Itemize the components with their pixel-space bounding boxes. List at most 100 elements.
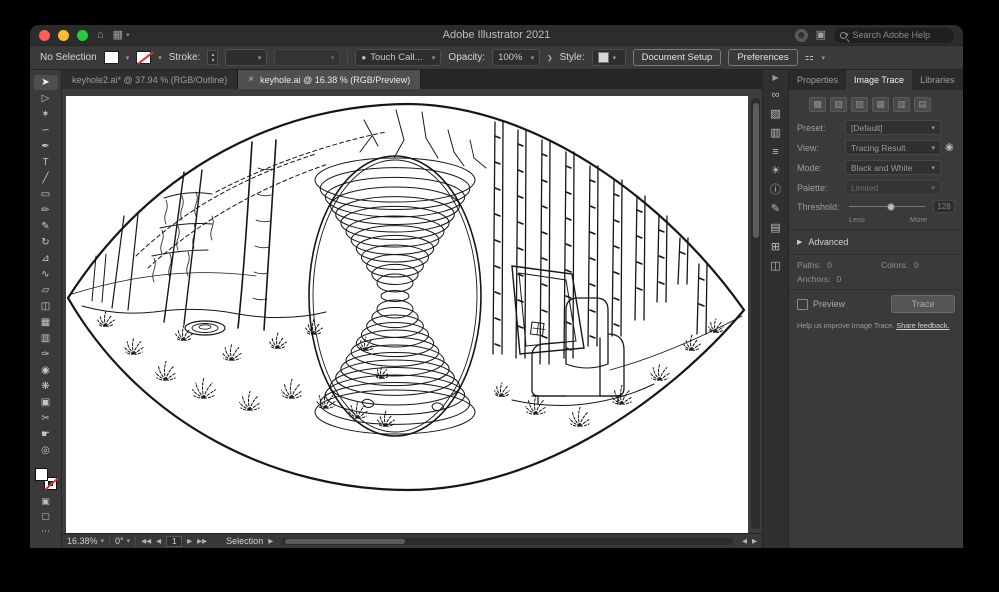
artboards-icon[interactable]: ⊞ bbox=[771, 242, 780, 253]
zoom-window-button[interactable] bbox=[77, 29, 88, 41]
home-icon[interactable]: ⌂ bbox=[97, 29, 104, 41]
brushes-icon[interactable]: ▥ bbox=[770, 128, 780, 139]
rectangle-tool[interactable]: ▭ bbox=[34, 187, 58, 202]
pen-tool[interactable]: ✒ bbox=[34, 139, 58, 154]
opacity-panel-arrow-icon[interactable]: ❯ bbox=[547, 54, 552, 62]
align-options-icon[interactable]: ⚏ bbox=[805, 52, 815, 63]
artboard[interactable] bbox=[66, 96, 748, 533]
width-tool[interactable]: ∿ bbox=[34, 267, 58, 282]
threshold-value-field[interactable]: 128 bbox=[933, 200, 955, 213]
line-segment-tool[interactable]: ╱ bbox=[34, 171, 58, 186]
selection-tool[interactable]: ➤ bbox=[33, 75, 58, 90]
preset-high-color[interactable]: ▨ bbox=[830, 97, 847, 112]
fill-indicator[interactable] bbox=[34, 468, 48, 481]
rotation-dropdown[interactable]: 0° ▾ bbox=[115, 536, 130, 546]
horizontal-scroll-thumb[interactable] bbox=[285, 538, 406, 544]
close-window-button[interactable] bbox=[39, 29, 50, 41]
preset-dropdown[interactable]: [Default] ▾ bbox=[845, 120, 941, 135]
more-tools-icon[interactable]: ⋯ bbox=[34, 525, 58, 538]
asset-export-icon[interactable]: ◫ bbox=[770, 261, 780, 272]
preset-black-white[interactable]: ▥ bbox=[893, 97, 910, 112]
last-artboard-icon[interactable]: ▶▶ bbox=[197, 537, 207, 545]
draw-normal-icon[interactable]: ▣ bbox=[34, 495, 58, 508]
pencil-tool[interactable]: ✎ bbox=[34, 219, 58, 234]
document-setup-button[interactable]: Document Setup bbox=[632, 49, 722, 66]
preset-auto-color[interactable]: ▩ bbox=[809, 97, 826, 112]
hand-tool[interactable]: ☛ bbox=[34, 427, 58, 442]
slice-tool[interactable]: ✂ bbox=[34, 411, 58, 426]
next-artboard-icon[interactable]: ▶ bbox=[187, 537, 192, 545]
preview-checkbox[interactable] bbox=[797, 298, 808, 310]
trace-button[interactable]: Trace bbox=[891, 295, 955, 313]
rotate-tool[interactable]: ↻ bbox=[34, 235, 58, 250]
scroll-left-icon[interactable]: ◀ bbox=[742, 537, 747, 545]
shape-builder-tool[interactable]: ◫ bbox=[34, 299, 58, 314]
user-avatar[interactable]: ☻ bbox=[794, 28, 808, 42]
fill-color-swatch[interactable] bbox=[103, 51, 119, 64]
eyedropper-tool[interactable]: ✑ bbox=[34, 347, 58, 362]
preferences-button[interactable]: Preferences bbox=[728, 49, 798, 66]
properties-panel-icon[interactable]: ≡ bbox=[772, 147, 778, 158]
threshold-slider-knob[interactable] bbox=[887, 202, 895, 211]
direct-selection-tool[interactable]: ▷ bbox=[34, 91, 58, 106]
share-feedback-link[interactable]: Share feedback. bbox=[896, 321, 949, 330]
info-icon[interactable]: ⓘ bbox=[770, 185, 781, 196]
appearance-icon[interactable]: ☀ bbox=[771, 166, 781, 177]
panel-tab-image-trace[interactable]: Image Trace bbox=[846, 70, 913, 90]
advanced-section-toggle[interactable]: ▶ Advanced bbox=[797, 235, 955, 249]
stroke-weight-dropdown[interactable]: ▾ bbox=[225, 49, 268, 66]
vertical-scroll-thumb[interactable] bbox=[752, 103, 759, 238]
view-dropdown[interactable]: Tracing Result ▾ bbox=[845, 140, 941, 155]
stroke-weight-stepper[interactable]: ▲ ▼ bbox=[207, 50, 219, 65]
minimize-window-button[interactable] bbox=[58, 29, 69, 41]
palette-dropdown[interactable]: Limited ▾ bbox=[845, 180, 941, 195]
scale-tool[interactable]: ⊿ bbox=[34, 251, 58, 266]
stroke-color-swatch[interactable] bbox=[136, 51, 152, 64]
help-search-field[interactable]: ▾ Search Adobe Help bbox=[834, 27, 954, 43]
brush-dropdown[interactable]: ● Touch Call... ▾ bbox=[355, 49, 442, 66]
blend-tool[interactable]: ◉ bbox=[34, 363, 58, 378]
link-icon[interactable]: ∞ bbox=[772, 90, 780, 101]
preset-grayscale[interactable]: ▦ bbox=[872, 97, 889, 112]
style-dropdown[interactable]: ▾ bbox=[591, 49, 626, 66]
lasso-tool[interactable]: ∽ bbox=[34, 123, 58, 138]
swatches-icon[interactable]: ▧ bbox=[770, 109, 780, 120]
collapse-panels-icon[interactable]: ▶ bbox=[772, 74, 778, 82]
magic-wand-tool[interactable]: ✶ bbox=[34, 107, 58, 122]
zoom-tool[interactable]: ◎ bbox=[34, 443, 58, 458]
horizontal-scrollbar[interactable] bbox=[282, 537, 733, 545]
panel-tab-properties[interactable]: Properties bbox=[789, 70, 846, 90]
zoom-level-dropdown[interactable]: 16.38% ▾ bbox=[67, 536, 104, 546]
free-transform-tool[interactable]: ▱ bbox=[34, 283, 58, 298]
threshold-slider[interactable] bbox=[849, 202, 925, 211]
scroll-right-icon[interactable]: ▶ bbox=[752, 537, 757, 545]
comments-icon[interactable]: ✎ bbox=[771, 204, 780, 215]
mesh-tool[interactable]: ▦ bbox=[34, 315, 58, 330]
width-profile-dropdown[interactable]: ▾ bbox=[274, 49, 341, 66]
previous-artboard-icon[interactable]: ◀ bbox=[156, 537, 161, 545]
vertical-scrollbar[interactable] bbox=[751, 98, 760, 529]
status-options-icon[interactable]: ▶ bbox=[268, 537, 273, 545]
document-tab-1[interactable]: keyhole2.ai* @ 37.94 % (RGB/Outline) bbox=[62, 70, 239, 89]
close-tab-icon[interactable]: × bbox=[248, 74, 254, 85]
preset-outline[interactable]: ▤ bbox=[914, 97, 931, 112]
share-screen-icon[interactable]: ▣ bbox=[816, 29, 826, 41]
artboard-number-field[interactable]: 1 bbox=[166, 535, 183, 547]
type-tool[interactable]: T bbox=[34, 155, 58, 170]
artboard-tool[interactable]: ▣ bbox=[34, 395, 58, 410]
paintbrush-tool[interactable]: ✏ bbox=[34, 203, 58, 218]
gradient-tool[interactable]: ▥ bbox=[34, 331, 58, 346]
view-eye-icon[interactable]: ◉ bbox=[945, 142, 954, 153]
draw-behind-icon[interactable]: ▢ bbox=[34, 510, 58, 523]
mode-dropdown[interactable]: Black and White ▾ bbox=[845, 160, 941, 175]
symbol-sprayer-tool[interactable]: ❋ bbox=[34, 379, 58, 394]
workspace-switcher-icon[interactable]: ▦ bbox=[113, 29, 123, 41]
canvas-area[interactable] bbox=[62, 89, 762, 533]
preset-low-color[interactable]: ▧ bbox=[851, 97, 868, 112]
fill-stroke-indicator[interactable] bbox=[34, 467, 58, 491]
document-tab-2[interactable]: × keyhole.ai @ 16.38 % (RGB/Preview) bbox=[238, 70, 422, 89]
first-artboard-icon[interactable]: ◀◀ bbox=[141, 537, 151, 545]
layers-icon[interactable]: ▤ bbox=[770, 223, 780, 234]
panel-tab-libraries[interactable]: Libraries bbox=[912, 70, 963, 90]
opacity-dropdown[interactable]: 100% ▾ bbox=[492, 49, 541, 66]
